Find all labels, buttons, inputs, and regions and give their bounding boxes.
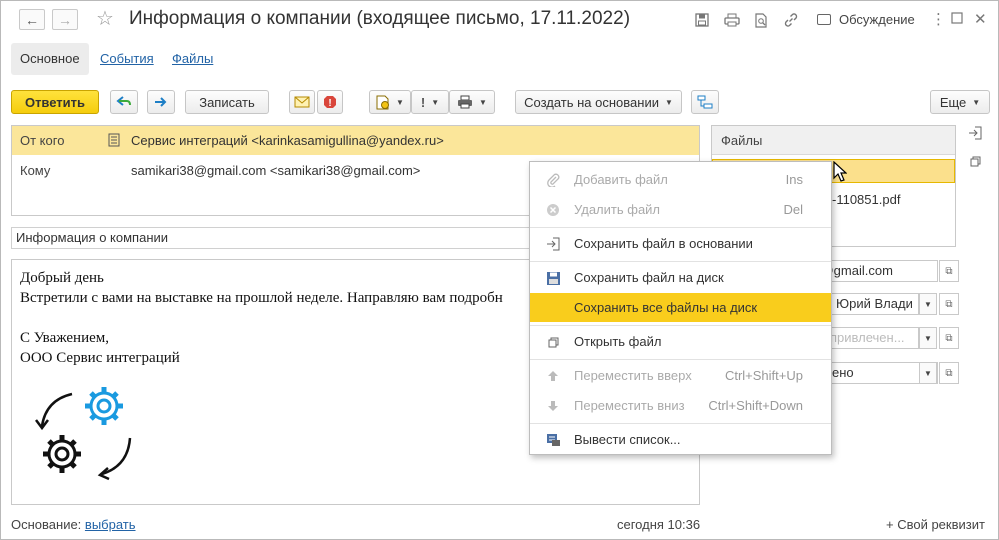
title-bar: ← → ☆ Информация о компании (входящее пи… — [1, 1, 998, 39]
forward-arrow-icon — [155, 97, 167, 107]
arrow-down-icon — [545, 398, 561, 414]
arrow-right-icon: → — [58, 11, 72, 28]
menu-separator — [530, 261, 831, 262]
create-based-on-button[interactable]: Создать на основании ▼ — [515, 90, 682, 114]
menu-item-move-up[interactable]: Переместить вверх Ctrl+Shift+Up — [530, 361, 831, 390]
tab-main[interactable]: Основное — [11, 43, 89, 75]
own-attribute-link[interactable]: + Свой реквизит — [886, 517, 985, 532]
paperclip-icon — [545, 172, 561, 188]
preview-icon[interactable] — [752, 11, 770, 29]
files-header: Файлы — [712, 126, 955, 155]
printer-icon — [458, 95, 473, 109]
document-window: ← → ☆ Информация о компании (входящее пи… — [0, 0, 999, 540]
status-dropdown-icon[interactable]: ▼ — [919, 362, 937, 384]
tab-files[interactable]: Файлы — [163, 43, 222, 75]
back-button[interactable]: ← — [19, 9, 45, 30]
discussion-button[interactable]: Обсуждение — [817, 12, 915, 27]
save-button[interactable]: Записать — [185, 90, 269, 114]
menu-item-save-to-disk[interactable]: Сохранить файл на диск — [530, 263, 831, 292]
menu-item-delete-file[interactable]: Удалить файл Del — [530, 195, 831, 224]
from-value: Сервис интеграций <karinkasamigullina@ya… — [131, 133, 444, 148]
basis-section: Основание: выбрать — [11, 517, 136, 532]
reply-all-button[interactable] — [110, 90, 138, 114]
basis-label: Основание: — [11, 517, 82, 532]
stop-sign-icon: ! — [324, 96, 336, 109]
print-dropdown[interactable]: ▼ — [449, 90, 495, 114]
menu-item-add-file[interactable]: Добавить файл Ins — [530, 165, 831, 194]
attraction-dropdown-icon[interactable]: ▼ — [919, 327, 937, 349]
basis-select-link[interactable]: выбрать — [85, 517, 136, 532]
open-icon — [545, 334, 561, 350]
importance-button[interactable]: ! — [317, 90, 343, 114]
priority-dropdown[interactable]: ! ▼ — [411, 90, 449, 114]
svg-text:!: ! — [328, 98, 331, 109]
mark-read-button[interactable] — [289, 90, 315, 114]
open-email-account-icon[interactable]: ⧉ — [939, 260, 959, 282]
exclamation-icon: ! — [420, 94, 426, 110]
timestamp: сегодня 10:36 — [617, 517, 701, 532]
menu-item-output-list[interactable]: Вывести список... — [530, 425, 831, 454]
from-label: От кого — [20, 133, 65, 148]
reply-button[interactable]: Ответить — [11, 90, 99, 114]
forward-button[interactable]: → — [52, 9, 78, 30]
body-line: Встретили с вами на выставке на прошлой … — [20, 290, 503, 306]
close-icon[interactable]: ✕ — [974, 10, 987, 28]
save-to-basis-icon — [545, 236, 561, 252]
list-output-icon — [545, 432, 561, 448]
responsible-dropdown-icon[interactable]: ▼ — [919, 293, 937, 315]
menu-item-save-to-basis[interactable]: Сохранить файл в основании — [530, 229, 831, 258]
window-title: Информация о компании (входящее письмо, … — [129, 8, 631, 29]
tab-events[interactable]: События — [91, 43, 163, 75]
chat-bubble-icon — [817, 14, 831, 25]
menu-item-save-all-to-disk[interactable]: Сохранить все файлы на диск — [530, 293, 831, 322]
reply-arrows-icon — [116, 96, 131, 106]
open-window-icon[interactable] — [968, 154, 982, 168]
from-row[interactable]: От кого Сервис интеграций <karinkasamigu… — [12, 126, 699, 155]
maximize-icon[interactable] — [951, 12, 963, 27]
menu-item-open-file[interactable]: Открыть файл — [530, 327, 831, 356]
hierarchy-icon — [697, 95, 713, 109]
more-button[interactable]: Еще ▼ — [930, 90, 990, 114]
delete-icon — [545, 202, 561, 218]
menu-separator — [530, 325, 831, 326]
more-actions-icon[interactable]: ⋮ — [931, 10, 946, 28]
link-icon[interactable] — [782, 11, 800, 29]
open-attraction-icon[interactable]: ⧉ — [939, 327, 959, 349]
document-clock-icon — [376, 95, 390, 109]
structure-button[interactable] — [691, 90, 719, 114]
contact-card-icon — [108, 133, 120, 150]
arrow-left-icon: ← — [25, 11, 39, 28]
open-status-icon[interactable]: ⧉ — [939, 362, 959, 384]
mouse-cursor-icon — [833, 161, 847, 182]
menu-separator — [530, 359, 831, 360]
open-responsible-icon[interactable]: ⧉ — [939, 293, 959, 315]
to-label: Кому — [20, 163, 51, 178]
save-disk-icon — [545, 270, 561, 286]
menu-separator — [530, 423, 831, 424]
gears-integration-icon — [35, 387, 132, 481]
document-status-dropdown[interactable]: ▼ — [369, 90, 411, 114]
add-file-side-icon[interactable] — [968, 126, 982, 140]
print-icon[interactable] — [723, 11, 741, 29]
to-value[interactable]: samikari38@gmail.com <samikari38@gmail.c… — [131, 163, 420, 178]
menu-item-move-down[interactable]: Переместить вниз Ctrl+Shift+Down — [530, 391, 831, 420]
files-context-menu: Добавить файл Ins Удалить файл Del Сохра… — [529, 161, 832, 455]
save-icon[interactable] — [693, 11, 711, 29]
envelope-icon — [294, 96, 310, 108]
forward-mail-button[interactable] — [147, 90, 175, 114]
arrow-up-icon — [545, 368, 561, 384]
menu-separator — [530, 227, 831, 228]
favorite-star-icon[interactable]: ☆ — [96, 7, 114, 31]
